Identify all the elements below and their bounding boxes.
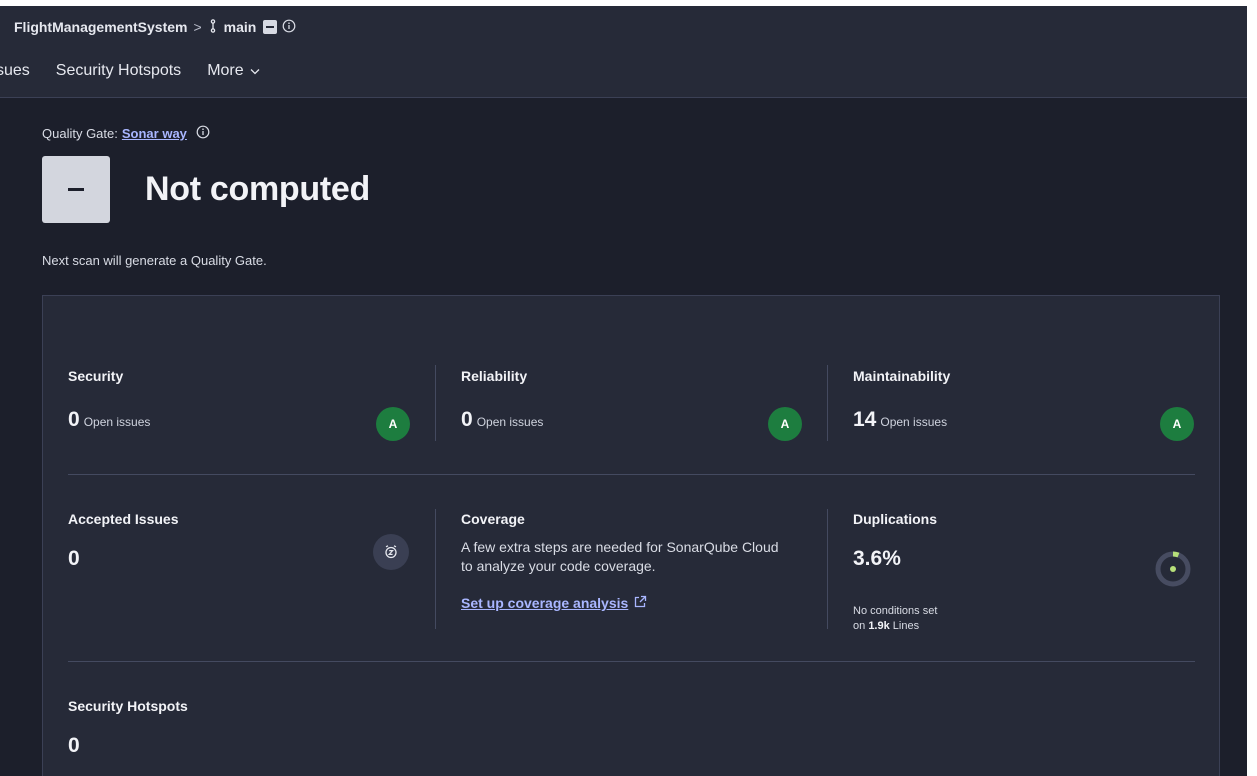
accepted-issues-title: Accepted Issues <box>68 511 179 527</box>
measures-panel: Security 0 Open issues A Reliability 0 O… <box>42 295 1220 776</box>
window-edge <box>1247 0 1257 776</box>
quality-gate-note: Next scan will generate a Quality Gate. <box>42 253 267 268</box>
reliability-issues[interactable]: 0 Open issues <box>461 408 543 432</box>
security-hotspots-count[interactable]: 0 <box>68 734 80 758</box>
project-name[interactable]: FlightManagementSystem <box>14 19 187 35</box>
quality-gate-status: Not computed <box>145 170 370 208</box>
tab-more[interactable]: More <box>207 62 260 80</box>
reliability-card[interactable]: Reliability 0 Open issues A <box>461 368 806 448</box>
duplications-card[interactable]: Duplications 3.6% No conditions set on 1… <box>853 511 1198 634</box>
quality-gate-status-icon <box>42 156 110 223</box>
quality-gate-label-text: Quality Gate: <box>42 126 118 141</box>
external-link-icon <box>634 595 647 611</box>
accepted-issues-count[interactable]: 0 <box>68 547 80 571</box>
security-grade-badge[interactable]: A <box>376 407 410 441</box>
security-value: 0 <box>68 408 80 431</box>
quality-gate-link[interactable]: Sonar way <box>122 126 187 141</box>
project-header: FlightManagementSystem > main sues Secur… <box>0 6 1247 98</box>
divider <box>435 509 436 629</box>
accepted-issues-value: 0 <box>68 547 80 570</box>
security-hotspots-title: Security Hotspots <box>68 698 188 714</box>
reliability-unit: Open issues <box>476 415 544 429</box>
divider <box>827 509 828 629</box>
tab-more-label: More <box>207 62 244 80</box>
quality-gate-info-icon[interactable] <box>196 125 210 142</box>
duplications-note: No conditions set on 1.9k Lines <box>853 604 937 634</box>
breadcrumb-separator: > <box>193 19 202 35</box>
duplications-title: Duplications <box>853 511 938 527</box>
duplications-value: 3.6% <box>853 547 901 570</box>
duplications-percentage[interactable]: 3.6% <box>853 547 901 571</box>
setup-coverage-link-label: Set up coverage analysis <box>461 595 629 611</box>
breadcrumb: FlightManagementSystem > main <box>14 16 296 38</box>
accepted-issues-card[interactable]: Accepted Issues 0 <box>68 511 413 631</box>
maintainability-issues[interactable]: 14 Open issues <box>853 408 947 432</box>
info-icon[interactable] <box>282 19 296 36</box>
setup-coverage-link[interactable]: Set up coverage analysis <box>461 595 647 611</box>
security-issues[interactable]: 0 Open issues <box>68 408 150 432</box>
tab-issues[interactable]: sues <box>0 62 30 80</box>
duplications-note-prefix: No conditions set <box>853 605 938 617</box>
chevron-down-icon <box>250 62 260 80</box>
row-divider <box>68 474 1195 475</box>
quality-gate-label: Quality Gate: Sonar way <box>42 125 210 142</box>
branch-icon <box>208 18 218 36</box>
security-title: Security <box>68 368 124 384</box>
branch-name[interactable]: main <box>224 19 257 35</box>
coverage-description: A few extra steps are needed for SonarQu… <box>461 539 779 574</box>
coverage-title: Coverage <box>461 511 525 527</box>
maintainability-value: 14 <box>853 408 877 431</box>
maintainability-card[interactable]: Maintainability 14 Open issues A <box>853 368 1198 448</box>
maintainability-title: Maintainability <box>853 368 951 384</box>
duplications-lines-label: Lines <box>892 620 920 632</box>
duplications-note-on: on <box>853 620 866 632</box>
security-hotspots-card[interactable]: Security Hotspots 0 <box>68 698 413 768</box>
maintainability-grade-badge[interactable]: A <box>1160 407 1194 441</box>
nav-tabs: sues Security Hotspots More <box>0 56 286 86</box>
tab-security-hotspots[interactable]: Security Hotspots <box>56 62 181 80</box>
reliability-value: 0 <box>461 408 473 431</box>
reliability-title: Reliability <box>461 368 528 384</box>
security-unit: Open issues <box>83 415 151 429</box>
divider <box>435 365 436 441</box>
row-divider <box>68 661 1195 662</box>
reliability-grade-badge[interactable]: A <box>768 407 802 441</box>
snooze-icon <box>373 534 409 570</box>
security-card[interactable]: Security 0 Open issues A <box>68 368 413 448</box>
duplications-lines-count: 1.9k <box>868 620 890 632</box>
coverage-card: Coverage A few extra steps are needed fo… <box>461 511 806 631</box>
divider <box>827 365 828 441</box>
duplications-donut-icon <box>1153 549 1193 594</box>
main-branch-icon <box>263 20 278 34</box>
app-window: FlightManagementSystem > main sues Secur… <box>0 0 1257 776</box>
maintainability-unit: Open issues <box>880 415 948 429</box>
security-hotspots-value: 0 <box>68 734 80 757</box>
